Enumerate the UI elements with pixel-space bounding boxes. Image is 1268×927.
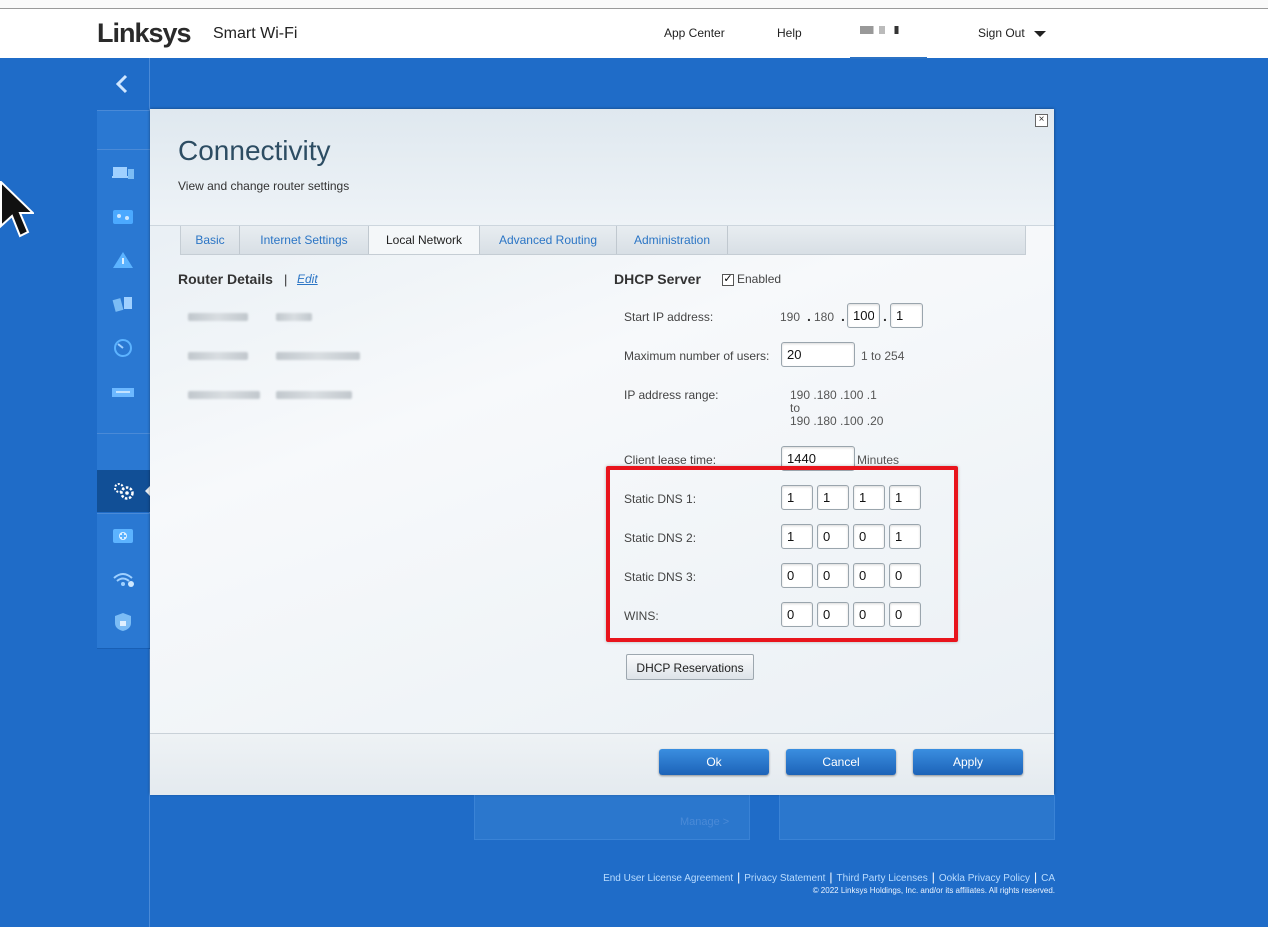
troubleshooting-icon[interactable] bbox=[112, 526, 134, 544]
dhcp-enabled-checkbox[interactable]: ✓ bbox=[722, 274, 734, 286]
tab-basic[interactable]: Basic bbox=[181, 226, 240, 254]
mouse-cursor-icon bbox=[0, 181, 34, 238]
speed-test-icon[interactable] bbox=[112, 339, 134, 357]
sign-out-link[interactable]: Sign Out bbox=[978, 26, 1025, 40]
sidebar-item-connectivity[interactable] bbox=[97, 470, 151, 512]
router-details-separator: | bbox=[284, 272, 288, 287]
dhcp-reservations-button[interactable]: DHCP Reservations bbox=[626, 654, 754, 680]
dialog-subtitle: View and change router settings bbox=[178, 179, 350, 193]
redacted-label bbox=[188, 352, 248, 360]
ip-range-start: 190 .180 .100 .1 bbox=[790, 388, 877, 402]
ip-dot: . bbox=[807, 308, 811, 324]
sidebar bbox=[97, 58, 151, 649]
dhcp-enabled-label: Enabled bbox=[737, 272, 782, 286]
redacted-value bbox=[276, 352, 360, 360]
background-card-2 bbox=[779, 794, 1055, 840]
sidebar-spacer bbox=[97, 110, 150, 150]
max-users-range: 1 to 254 bbox=[861, 349, 905, 363]
ookla-privacy-link[interactable]: Ookla Privacy Policy bbox=[939, 873, 1030, 884]
page-footer: End User License Agreement | Privacy State… bbox=[603, 870, 1055, 895]
dialog-title: Connectivity bbox=[178, 135, 331, 166]
network-map-icon[interactable] bbox=[112, 207, 134, 225]
privacy-statement-link[interactable]: Privacy Statement bbox=[744, 873, 825, 884]
user-menu[interactable] bbox=[850, 18, 927, 59]
footer-separator: | bbox=[931, 870, 935, 884]
chevron-left-icon[interactable] bbox=[97, 58, 150, 110]
ip-range-label: IP address range: bbox=[624, 388, 719, 402]
ok-button[interactable]: Ok bbox=[659, 749, 769, 775]
redacted-label bbox=[188, 391, 260, 399]
ip-dot: . bbox=[841, 308, 845, 324]
tab-bar: Basic Internet Settings Local Network Ad… bbox=[180, 226, 1026, 255]
start-ip-octet-3-input[interactable] bbox=[847, 303, 880, 328]
wireless-icon[interactable] bbox=[112, 570, 134, 588]
alert-icon[interactable] bbox=[112, 251, 134, 269]
lease-time-unit: Minutes bbox=[857, 453, 900, 467]
tab-advanced-routing[interactable]: Advanced Routing bbox=[480, 226, 617, 254]
footer-separator: | bbox=[829, 870, 833, 884]
apply-button[interactable]: Apply bbox=[913, 749, 1023, 775]
parental-controls-icon[interactable] bbox=[112, 295, 134, 313]
ca-link[interactable]: CA bbox=[1041, 873, 1055, 884]
redacted-label bbox=[188, 313, 248, 321]
tab-local-network[interactable]: Local Network bbox=[369, 226, 480, 254]
dhcp-server-title: DHCP Server bbox=[614, 271, 701, 287]
copyright-text: © 2022 Linksys Holdings, Inc. and/or its… bbox=[812, 886, 1055, 895]
manage-link[interactable]: Manage > bbox=[680, 816, 729, 828]
devices-icon[interactable] bbox=[112, 164, 134, 182]
start-ip-octet-1: 190 bbox=[780, 310, 801, 324]
cancel-button[interactable]: Cancel bbox=[786, 749, 896, 775]
window-edge bbox=[0, 0, 1268, 9]
ip-range-to: to bbox=[790, 401, 801, 415]
collapse-sidebar-button[interactable] bbox=[97, 58, 150, 110]
user-name-redacted bbox=[860, 26, 908, 34]
max-users-input[interactable] bbox=[781, 342, 855, 367]
ip-range-end: 190 .180 .100 .20 bbox=[790, 414, 884, 428]
edit-router-details-link[interactable]: Edit bbox=[297, 272, 318, 286]
connectivity-dialog: Connectivity View and change router sett… bbox=[150, 109, 1054, 795]
usb-storage-icon[interactable] bbox=[112, 383, 134, 401]
dns-highlight-box bbox=[606, 466, 958, 642]
close-icon[interactable]: × bbox=[1035, 114, 1048, 127]
product-name: Smart Wi-Fi bbox=[213, 25, 298, 42]
top-bar: Linksys Smart Wi-Fi App Center Help Sign… bbox=[0, 0, 1268, 59]
start-ip-octet-2: 180 bbox=[814, 310, 835, 324]
dialog-header: Connectivity View and change router sett… bbox=[150, 109, 1054, 226]
footer-separator: | bbox=[737, 870, 741, 884]
start-ip-label: Start IP address: bbox=[624, 310, 714, 324]
third-party-licenses-link[interactable]: Third Party Licenses bbox=[837, 873, 928, 884]
linksys-logo[interactable]: Linksys bbox=[97, 18, 192, 49]
redacted-value bbox=[276, 391, 352, 399]
eula-link[interactable]: End User License Agreement bbox=[603, 873, 733, 884]
ip-dot: . bbox=[883, 308, 887, 324]
app-center-link[interactable]: App Center bbox=[664, 26, 725, 40]
chevron-down-icon[interactable] bbox=[1034, 31, 1046, 37]
footer-separator: | bbox=[1033, 870, 1038, 884]
start-ip-octet-4-input[interactable] bbox=[890, 303, 923, 328]
help-link[interactable]: Help bbox=[777, 26, 802, 40]
lease-time-label: Client lease time: bbox=[624, 453, 717, 467]
tab-administration[interactable]: Administration bbox=[617, 226, 728, 254]
redacted-value bbox=[276, 313, 312, 321]
sidebar-support-group bbox=[97, 513, 150, 649]
router-details-title: Router Details bbox=[178, 271, 273, 287]
sidebar-spacer-2 bbox=[97, 433, 150, 471]
tab-internet-settings[interactable]: Internet Settings bbox=[240, 226, 369, 254]
sidebar-tools-group bbox=[97, 149, 150, 435]
connectivity-settings-icon[interactable] bbox=[112, 482, 134, 500]
max-users-label: Maximum number of users: bbox=[624, 349, 770, 363]
security-icon[interactable] bbox=[112, 613, 134, 631]
